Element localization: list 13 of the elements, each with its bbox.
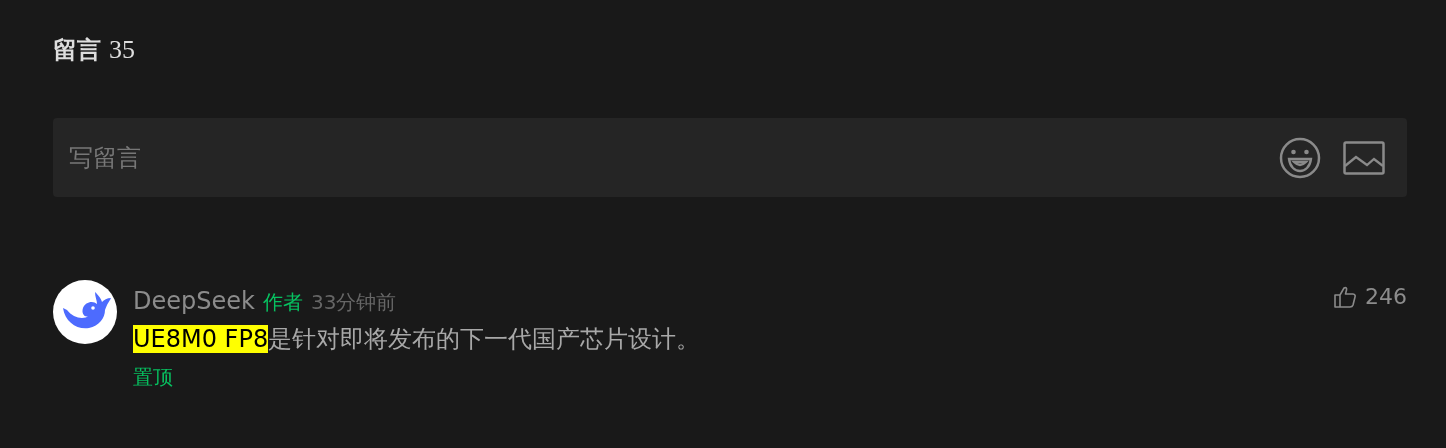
author-label: 作者 [262,288,303,316]
emoji-icon[interactable] [1279,136,1321,179]
author-name[interactable]: DeepSeek [133,286,255,315]
comment-count: 35 [109,35,135,65]
pinned-label: 置顶 [133,363,173,391]
like-button[interactable]: 246 [1333,284,1407,309]
section-title: 留言 [53,35,101,66]
comment-input-field[interactable]: 写留言 [69,143,1257,172]
comment-time: 33分钟前 [310,288,397,316]
comment-composer[interactable]: 写留言 [53,118,1407,197]
image-icon[interactable] [1343,140,1385,175]
thumbs-up-icon[interactable] [1333,284,1357,309]
comment-text: UE8M0 FP8是针对即将发布的下一代国产芯片设计。 [133,323,702,355]
